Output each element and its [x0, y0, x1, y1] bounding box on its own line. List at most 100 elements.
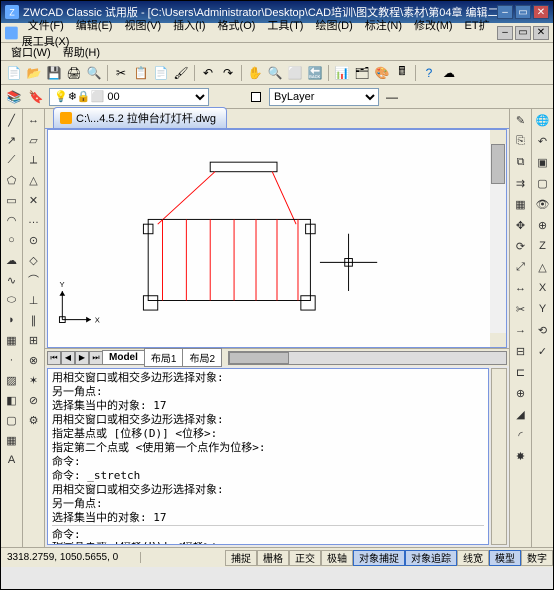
- color-swatch[interactable]: [247, 88, 265, 106]
- layer-combo[interactable]: 💡❄🔒⬜ 00: [49, 88, 209, 106]
- doc-close-button[interactable]: ✕: [533, 26, 549, 40]
- hatch-icon[interactable]: ▨: [3, 371, 21, 389]
- status-栅格[interactable]: 栅格: [257, 550, 289, 566]
- menu-绘图(D)[interactable]: 绘图(D): [309, 18, 358, 34]
- cloud-icon[interactable]: ☁: [440, 64, 458, 82]
- gradient-icon[interactable]: ◧: [3, 391, 21, 409]
- zoom-rt-icon[interactable]: 🔍: [266, 64, 284, 82]
- print-icon[interactable]: 🖨: [65, 64, 83, 82]
- rotate-icon[interactable]: ⟳: [512, 237, 530, 255]
- status-对象捕捉[interactable]: 对象捕捉: [353, 550, 405, 566]
- erase-icon[interactable]: ✎: [512, 111, 530, 129]
- menu-视图(V)[interactable]: 视图(V): [118, 18, 167, 34]
- area-icon[interactable]: ▱: [25, 131, 43, 149]
- ucs-origin-icon[interactable]: ⊕: [534, 216, 552, 234]
- break-icon[interactable]: ⊏: [512, 363, 530, 381]
- mtext-icon[interactable]: A: [3, 451, 21, 469]
- stretch-icon[interactable]: ↔: [512, 279, 530, 297]
- status-数字[interactable]: 数字: [521, 550, 553, 566]
- layout2-tab[interactable]: 布局2: [182, 348, 222, 367]
- doc-restore-button[interactable]: ▭: [515, 26, 531, 40]
- zoom-win-icon[interactable]: ⬜: [286, 64, 304, 82]
- layer-props-icon[interactable]: 📚: [5, 88, 23, 106]
- copy-icon[interactable]: ⎘: [512, 132, 530, 150]
- layout-hscroll[interactable]: [228, 351, 507, 365]
- minimize-button[interactable]: –: [497, 5, 513, 19]
- join-icon[interactable]: ⊕: [512, 384, 530, 402]
- open-icon[interactable]: 📂: [25, 64, 43, 82]
- ellipse-icon[interactable]: ⬭: [3, 291, 21, 309]
- menu-插入(I)[interactable]: 插入(I): [167, 18, 211, 34]
- save-icon[interactable]: 💾: [45, 64, 63, 82]
- tab-last-button[interactable]: ⏭: [89, 351, 103, 365]
- ucs-view-icon[interactable]: 👁: [534, 195, 552, 213]
- status-模型[interactable]: 模型: [489, 550, 521, 566]
- chamfer-icon[interactable]: ◢: [512, 405, 530, 423]
- fillet-icon[interactable]: ◜: [512, 426, 530, 444]
- snap-perp-icon[interactable]: ⊥: [25, 291, 43, 309]
- ucs-z-icon[interactable]: Z: [534, 237, 552, 255]
- doc-minimize-button[interactable]: –: [497, 26, 513, 40]
- zoom-prev-icon[interactable]: 🔙: [306, 64, 324, 82]
- model-tab[interactable]: Model: [102, 350, 145, 365]
- redo-icon[interactable]: ↷: [219, 64, 237, 82]
- extend-icon[interactable]: →: [512, 321, 530, 339]
- block-icon[interactable]: ▦: [3, 331, 21, 349]
- layout1-tab[interactable]: 布局1: [144, 348, 184, 367]
- status-正交[interactable]: 正交: [289, 550, 321, 566]
- xline-icon[interactable]: ↗: [3, 131, 21, 149]
- ucs-prev-icon[interactable]: ↶: [534, 132, 552, 150]
- menu-编辑(E)[interactable]: 编辑(E): [70, 18, 119, 34]
- circle-icon[interactable]: ○: [3, 231, 21, 249]
- ucs-3pt-icon[interactable]: △: [534, 258, 552, 276]
- command-prompt[interactable]: 命令:: [52, 525, 484, 542]
- ucs-zrot-icon[interactable]: ⟲: [534, 321, 552, 339]
- region-icon[interactable]: ▢: [3, 411, 21, 429]
- status-线宽[interactable]: 线宽: [457, 550, 489, 566]
- bylayer-combo[interactable]: ByLayer: [269, 88, 379, 106]
- array-icon[interactable]: ▦: [512, 195, 530, 213]
- ucs-y-icon[interactable]: Y: [534, 300, 552, 318]
- pan-icon[interactable]: ✋: [246, 64, 264, 82]
- command-vscroll[interactable]: [491, 368, 507, 545]
- menu-标注(N)[interactable]: 标注(N): [359, 18, 408, 34]
- snap-cen-icon[interactable]: ⊙: [25, 231, 43, 249]
- trim-icon[interactable]: ✂: [512, 300, 530, 318]
- preview-icon[interactable]: 🔍: [85, 64, 103, 82]
- ellipse-arc-icon[interactable]: ◗: [3, 311, 21, 329]
- layer-states-icon[interactable]: 🔖: [27, 88, 45, 106]
- command-history[interactable]: 用相交窗口或相交多边形选择对象:另一角点:选择集当中的对象: 17用相交窗口或相…: [47, 368, 489, 545]
- rect-icon[interactable]: ▭: [3, 191, 21, 209]
- menu-帮助(H)[interactable]: 帮助(H): [57, 45, 106, 61]
- file-tab[interactable]: C:\...4.5.2 拉伸台灯灯杆.dwg: [53, 107, 227, 128]
- ucs-obj-icon[interactable]: ▢: [534, 174, 552, 192]
- tab-first-button[interactable]: ⏮: [47, 351, 61, 365]
- pline-icon[interactable]: ⟋: [3, 151, 21, 169]
- spline-icon[interactable]: ∿: [3, 271, 21, 289]
- calc-icon[interactable]: 🖩: [393, 64, 411, 82]
- mirror-icon[interactable]: ⧉: [512, 153, 530, 171]
- close-button[interactable]: ✕: [533, 5, 549, 19]
- menu-格式(O)[interactable]: 格式(O): [212, 18, 262, 34]
- match-icon[interactable]: 🖌: [172, 64, 190, 82]
- status-对象追踪[interactable]: 对象追踪: [405, 550, 457, 566]
- coordinates-display[interactable]: 3318.2759, 1050.5655, 0: [1, 552, 141, 563]
- new-icon[interactable]: 📄: [5, 64, 23, 82]
- snap-none-icon[interactable]: ⊘: [25, 391, 43, 409]
- line-icon[interactable]: ╱: [3, 111, 21, 129]
- table-icon[interactable]: ▦: [3, 431, 21, 449]
- linetype-icon[interactable]: —: [383, 88, 401, 106]
- snap-near-icon[interactable]: ✶: [25, 371, 43, 389]
- ucs-x-icon[interactable]: X: [534, 279, 552, 297]
- status-捕捉[interactable]: 捕捉: [225, 550, 257, 566]
- status-极轴[interactable]: 极轴: [321, 550, 353, 566]
- revcloud-icon[interactable]: ☁: [3, 251, 21, 269]
- ucs-face-icon[interactable]: ▣: [534, 153, 552, 171]
- snap-ext-icon[interactable]: …: [25, 211, 43, 229]
- help-icon[interactable]: ?: [420, 64, 438, 82]
- snap-quad-icon[interactable]: ◇: [25, 251, 43, 269]
- dist-icon[interactable]: ↔: [25, 111, 43, 129]
- ucs-apply-icon[interactable]: ✓: [534, 342, 552, 360]
- move-icon[interactable]: ✥: [512, 216, 530, 234]
- polygon-icon[interactable]: ⬠: [3, 171, 21, 189]
